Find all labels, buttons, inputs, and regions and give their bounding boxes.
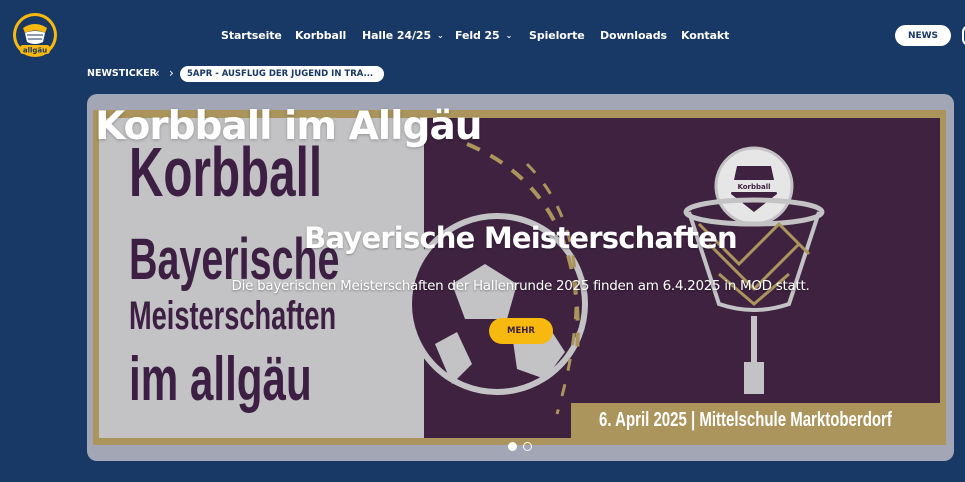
nav-label: Downloads [600, 29, 667, 42]
poster-footer-text: 6. April 2025 | Mittelschule Marktoberdo… [599, 409, 892, 431]
poster-line-im-allgaeu: im allgäu [129, 345, 312, 414]
nav-item-feld[interactable]: Feld 25 ⌄ [455, 29, 512, 42]
slide-description: Die bayerischen Meisterschaften der Hall… [231, 278, 810, 294]
slider-dot-1[interactable] [508, 442, 517, 451]
nav-item-downloads[interactable]: Downloads [600, 29, 667, 42]
nav-item-halle[interactable]: Halle 24/25 ⌄ [362, 29, 444, 42]
poster-line-meisterschaften: Meisterschaften [129, 294, 337, 338]
slide-title: Bayerische Meisterschaften [304, 221, 737, 255]
ball-label: Korbball [737, 183, 770, 191]
nav-item-kontakt[interactable]: Kontakt [681, 29, 729, 42]
korbball-allgaeu-logo[interactable]: allgäu [12, 12, 58, 58]
chevron-left-icon[interactable]: ‹ [155, 66, 160, 80]
nav-label: Feld 25 [455, 29, 500, 42]
nav-item-startseite[interactable]: Startseite [221, 29, 282, 42]
more-button[interactable]: MEHR [489, 318, 553, 344]
nav-label: Spielorte [529, 29, 585, 42]
site-title: Korbball im Allgäu [95, 104, 483, 149]
newsticker-item[interactable]: 5APR - AUSFLUG DER JUGEND IN TRA... [180, 66, 384, 82]
nav-label: Halle 24/25 [362, 29, 431, 42]
news-button[interactable]: NEWS [895, 25, 951, 46]
nav-label: Startseite [221, 29, 282, 42]
nav-item-korbball[interactable]: Korbball [295, 29, 346, 42]
nav-item-spielorte[interactable]: Spielorte [529, 29, 585, 42]
nav-label: Korbball [295, 29, 347, 42]
slider-dot-2[interactable] [523, 442, 532, 451]
chevron-down-icon: ⌄ [437, 31, 444, 40]
newsticker-label: NEWSTICKER [87, 68, 157, 79]
nav-label: Kontakt [681, 29, 730, 42]
logo-text: allgäu [23, 47, 47, 55]
chevron-down-icon: ⌄ [505, 31, 513, 40]
chevron-right-icon[interactable]: › [169, 66, 174, 80]
hero-slider: Korbball 6. April 2025 | Mittelschule Ma… [87, 94, 954, 461]
